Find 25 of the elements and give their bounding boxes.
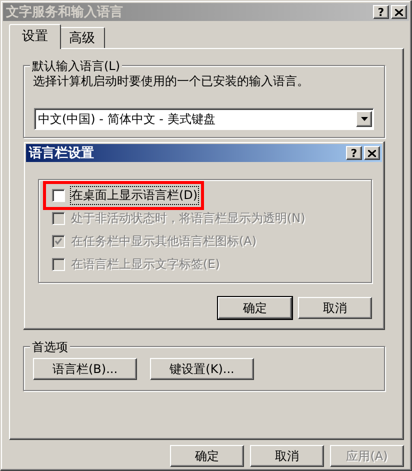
close-button[interactable] xyxy=(391,5,407,19)
close-icon xyxy=(368,150,376,156)
tab[interactable]: 设置 xyxy=(9,24,61,49)
close-icon xyxy=(395,8,403,16)
help-button[interactable]: ? xyxy=(373,5,389,19)
check-icon xyxy=(55,238,62,245)
dropdown-button[interactable] xyxy=(356,111,372,127)
caret-icon xyxy=(360,117,368,121)
close-button[interactable] xyxy=(364,146,380,160)
help-button[interactable]: ? xyxy=(346,146,362,160)
preference-button[interactable]: 键设置(K)... xyxy=(150,358,254,380)
window-title: 文字服务和输入语言 xyxy=(6,4,124,21)
footer-button[interactable]: 取消 xyxy=(250,445,324,467)
checkbox[interactable] xyxy=(52,189,65,202)
footer-button[interactable]: 确定 xyxy=(170,445,244,467)
option-label[interactable]: 在桌面上显示语言栏(D) xyxy=(71,187,198,204)
group-title: 默认输入语言(L) xyxy=(30,58,122,75)
dialog-button[interactable]: 确定 xyxy=(218,297,292,319)
language-dropdown[interactable]: 中文(中国) - 简体中文 - 美式键盘 xyxy=(34,108,374,130)
preference-button[interactable]: 语言栏(B)... xyxy=(33,358,137,380)
group-title: 首选项 xyxy=(30,339,70,356)
dialog-title: 语言栏设置 xyxy=(29,144,95,162)
tab[interactable]: 高级 xyxy=(59,27,105,48)
description-text: 选择计算机启动时要使用的一个已安装的输入语言。 xyxy=(33,73,309,90)
dialog-button[interactable]: 取消 xyxy=(298,297,372,319)
